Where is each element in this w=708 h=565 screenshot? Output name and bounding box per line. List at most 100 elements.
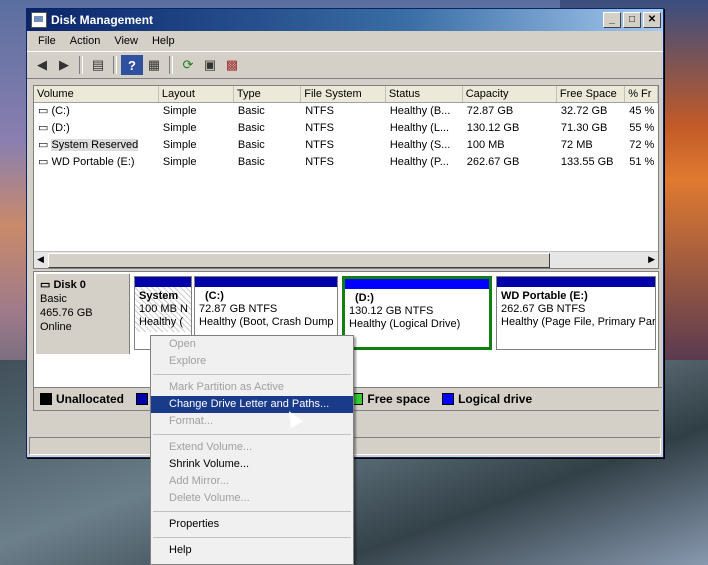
volume-name: (C:)	[51, 105, 70, 117]
column-capacity[interactable]: Capacity	[463, 86, 557, 102]
column-type[interactable]: Type	[234, 86, 302, 102]
toolbar-separator	[169, 56, 173, 74]
context-menu-item[interactable]: Shrink Volume...	[151, 456, 353, 473]
help-icon[interactable]: ?	[121, 55, 143, 75]
cell-percent-free: 51 %	[629, 156, 655, 168]
settings-icon[interactable]: ▩	[221, 55, 243, 75]
partition-bar	[195, 277, 337, 287]
volume-row[interactable]: ▭ WD Portable (E:) Simple Basic NTFS Healthy…	[34, 154, 658, 171]
cell-percent-free: 45 %	[629, 105, 655, 117]
cell-volume: ▭ (C:)	[34, 103, 159, 120]
column-file-system[interactable]: File System	[301, 86, 386, 102]
toolbar-separator	[113, 56, 117, 74]
column-volume[interactable]: Volume	[34, 86, 159, 102]
partition-d[interactable]: (D:) 130.12 GB NTFS Healthy (Logical Dri…	[342, 276, 492, 350]
volume-name: System Reserved	[51, 139, 139, 151]
cell-file-system: NTFS	[305, 122, 334, 134]
partition-title: WD Portable (E:)	[501, 290, 588, 302]
cell-type: Basic	[237, 105, 265, 117]
close-button[interactable]: ✕	[643, 12, 661, 28]
disk-management-icon	[31, 12, 47, 28]
cell-free-space: 72 MB	[560, 139, 593, 151]
menu-view[interactable]: View	[107, 35, 145, 47]
cell-file-system: NTFS	[305, 105, 334, 117]
cell-free-space: 32.72 GB	[560, 105, 608, 117]
menu-file[interactable]: File	[31, 35, 63, 47]
cell-free-space: 71.30 GB	[560, 122, 608, 134]
maximize-button[interactable]: □	[623, 12, 641, 28]
cell-layout: Simple	[162, 105, 197, 117]
menu-separator	[153, 374, 351, 375]
partition-bar	[135, 277, 191, 287]
volume-name: WD Portable (E:)	[51, 156, 135, 168]
context-menu-item[interactable]: Change Drive Letter and Paths...	[151, 396, 353, 413]
partition-size: 72.87 GB NTFS	[199, 303, 278, 315]
volume-list: Volume Layout Type File System Status Ca…	[33, 85, 659, 269]
cell-status: Healthy (P...	[389, 156, 449, 168]
cell-type: Basic	[237, 139, 265, 151]
context-menu-item[interactable]: Properties	[151, 516, 353, 533]
back-arrow-icon[interactable]: ◀	[31, 55, 53, 75]
cell-capacity: 130.12 GB	[466, 122, 520, 134]
partition-status: Healthy (Logical Drive)	[349, 318, 461, 330]
menu-separator	[153, 537, 351, 538]
legend-swatch-primary	[136, 393, 149, 405]
context-menu-item: Format...	[169, 415, 214, 427]
column-layout[interactable]: Layout	[159, 86, 234, 102]
partition-size: 130.12 GB NTFS	[349, 305, 434, 317]
cell-layout: Simple	[162, 122, 197, 134]
partition-status: Healthy (Boot, Crash Dump	[199, 316, 334, 328]
minimize-button[interactable]: _	[603, 12, 621, 28]
partition-status: Healthy (	[139, 316, 184, 328]
title-bar[interactable]: Disk Management _ □ ✕	[27, 9, 663, 31]
properties-icon[interactable]: ▣	[199, 55, 221, 75]
legend-free-space: Free space	[367, 392, 431, 406]
cell-status: Healthy (L...	[389, 122, 450, 134]
cell-percent-free: 55 %	[629, 122, 655, 134]
cell-capacity: 100 MB	[466, 139, 505, 151]
volume-row[interactable]: ▭ System Reserved Simple Basic NTFS Healthy …	[34, 137, 658, 154]
window-title: Disk Management	[51, 13, 154, 27]
context-menu-item: Extend Volume...	[169, 441, 253, 453]
menu-action[interactable]: Action	[63, 35, 108, 47]
refresh-icon[interactable]: ⟳	[177, 55, 199, 75]
legend-logical-drive: Logical drive	[458, 392, 533, 406]
scrollbar-thumb[interactable]	[48, 253, 550, 268]
cell-free-space: 133.55 GB	[560, 156, 614, 168]
context-menu-item: Explore	[169, 355, 207, 367]
partition-title: (C:)	[205, 290, 224, 302]
disk-type: Basic	[40, 293, 67, 305]
column-percent-free[interactable]: % Fr	[625, 86, 658, 102]
scroll-left-icon[interactable]: ◀	[37, 254, 44, 265]
toolbar-separator	[79, 56, 83, 74]
menu-bar: File Action View Help	[27, 31, 663, 51]
legend-unallocated: Unallocated	[56, 392, 125, 406]
disk-size: 465.76 GB	[40, 307, 93, 319]
cell-volume: ▭ (D:)	[34, 120, 159, 137]
context-menu-item: Delete Volume...	[169, 492, 250, 504]
cell-type: Basic	[237, 122, 265, 134]
context-menu-item: Open	[169, 338, 196, 350]
action-pane-icon[interactable]: ▦	[143, 55, 165, 75]
scroll-right-icon[interactable]: ▶	[648, 254, 655, 265]
context-menu: Open Explore Mark Partition as Active Chang…	[150, 335, 354, 565]
column-free-space[interactable]: Free Space	[557, 86, 626, 102]
column-status[interactable]: Status	[386, 86, 463, 102]
drive-icon: ▭	[38, 105, 52, 117]
console-tree-icon[interactable]: ▤	[87, 55, 109, 75]
legend-swatch-logical-drive	[442, 393, 455, 405]
menu-help[interactable]: Help	[145, 35, 182, 47]
forward-arrow-icon[interactable]: ▶	[53, 55, 75, 75]
cell-capacity: 262.67 GB	[466, 156, 520, 168]
partition-title: System	[139, 290, 179, 302]
disk-name: ▭ Disk 0	[40, 278, 125, 292]
cell-file-system: NTFS	[305, 156, 334, 168]
partition-e[interactable]: WD Portable (E:) 262.67 GB NTFS Healthy …	[496, 276, 656, 350]
volume-row[interactable]: ▭ (C:) Simple Basic NTFS Healthy (B... 72.87 …	[34, 103, 658, 120]
menu-separator	[153, 511, 351, 512]
volume-row[interactable]: ▭ (D:) Simple Basic NTFS Healthy (L... 130.12…	[34, 120, 658, 137]
disk-0-label[interactable]: ▭ Disk 0 Basic 465.76 GB Online	[36, 274, 130, 354]
context-menu-item: Add Mirror...	[169, 475, 229, 487]
context-menu-item[interactable]: Help	[151, 542, 353, 559]
horizontal-scrollbar[interactable]: ◀ ▶	[34, 251, 658, 268]
